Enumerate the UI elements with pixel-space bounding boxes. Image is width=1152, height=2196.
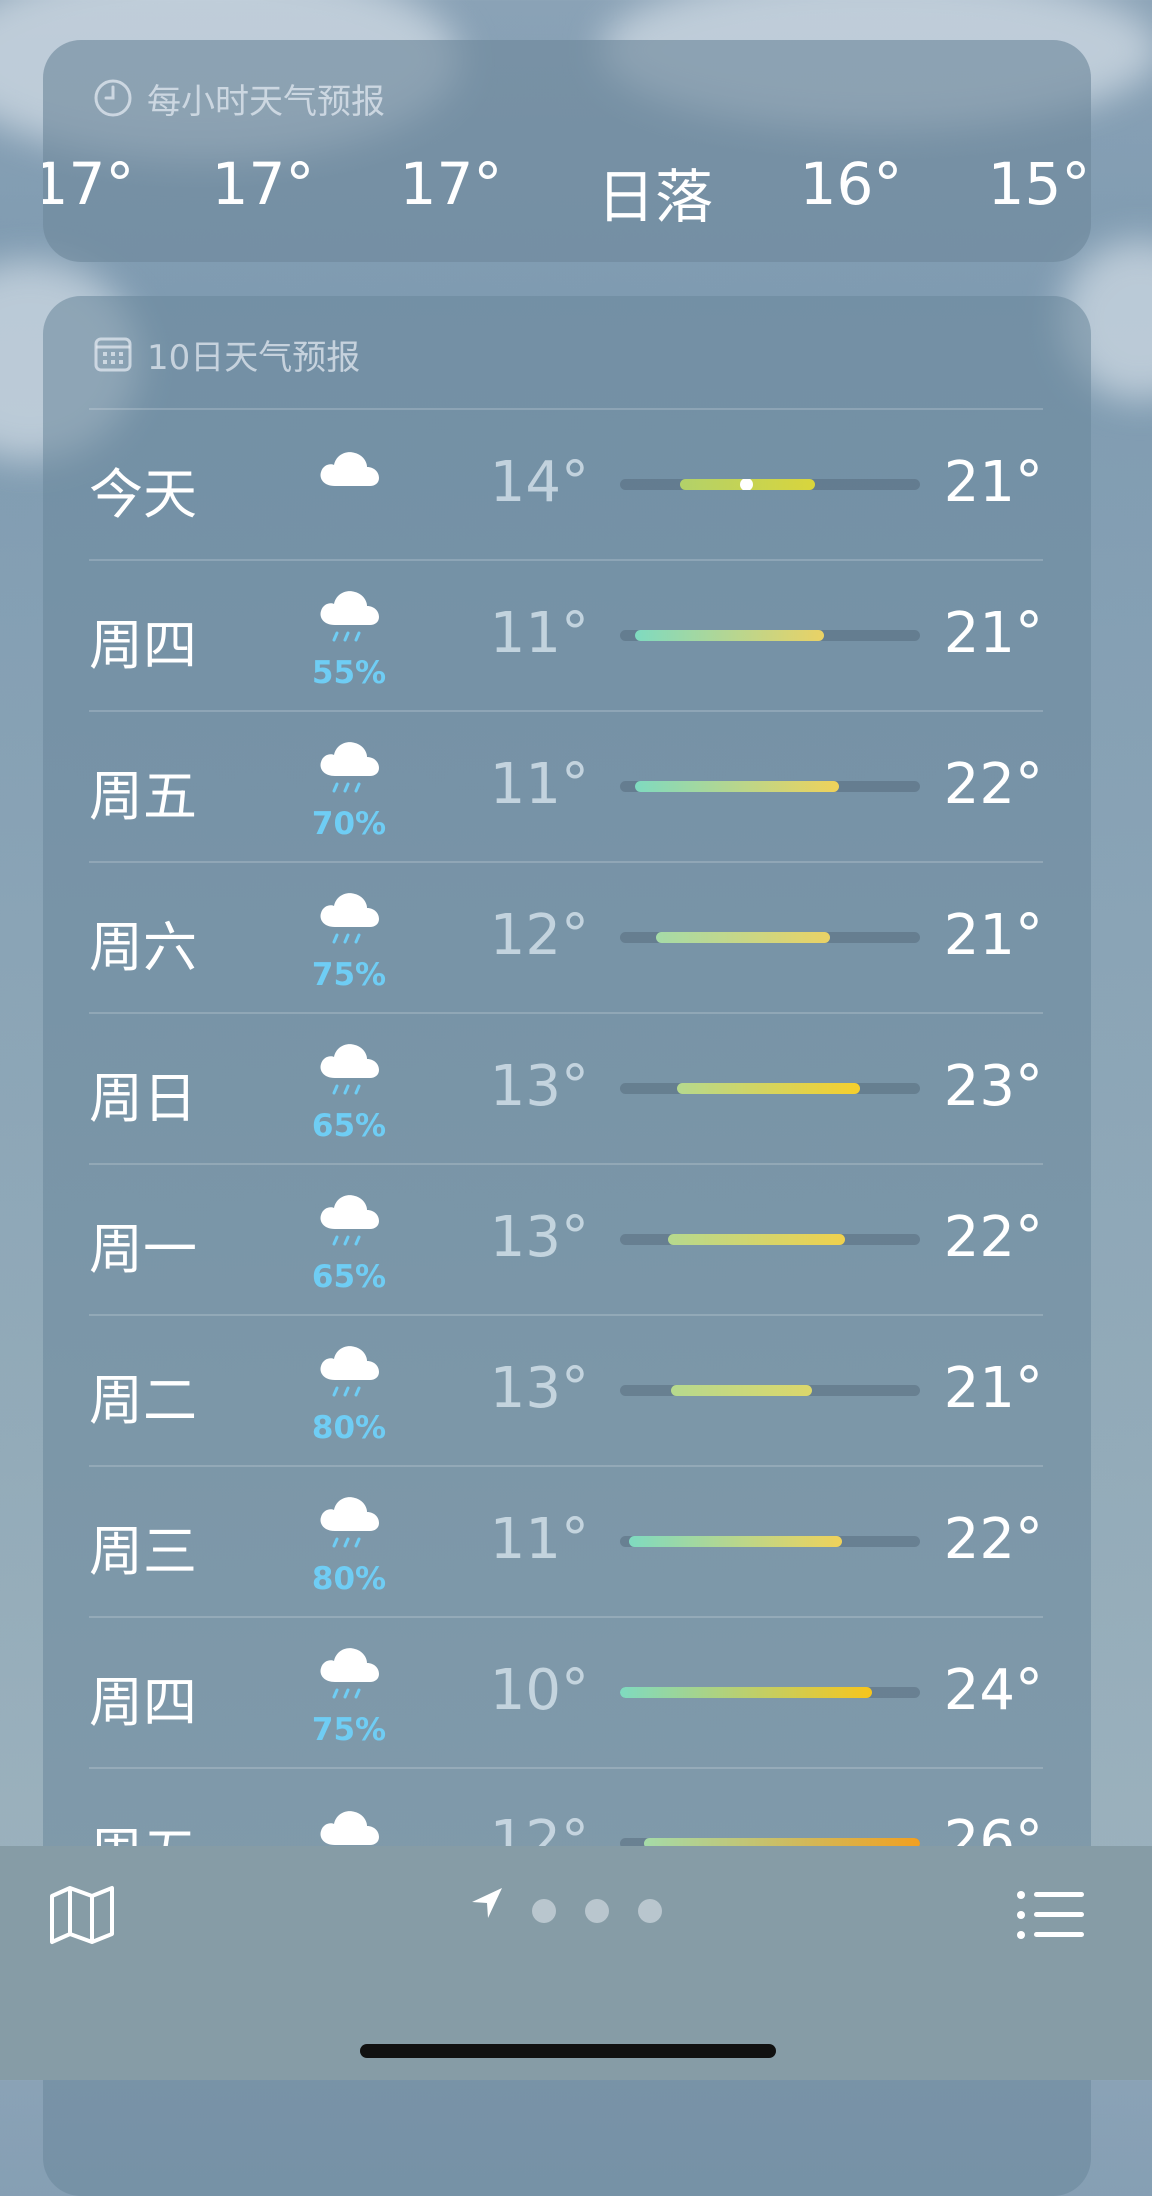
cloud-rain-icon: [320, 742, 379, 793]
temp-range-bar: [620, 1083, 920, 1094]
home-indicator[interactable]: [360, 2044, 776, 2058]
page-indicator-dot[interactable]: [532, 1899, 556, 1923]
daily-row[interactable]: 周二 80% 13° 21°: [89, 1314, 1043, 1466]
cloud-rain-icon: [320, 1346, 379, 1397]
daily-row[interactable]: 周四 75% 10° 24°: [89, 1616, 1043, 1768]
page-indicator-dot[interactable]: [638, 1899, 662, 1923]
low-temp: 13°: [489, 1054, 589, 1119]
temp-range-bar: [620, 1687, 920, 1698]
calendar-icon: [94, 337, 132, 372]
low-temp: 11°: [489, 752, 589, 817]
hourly-items: 17° 17° 17° 日落 16° 15°: [43, 150, 1091, 231]
high-temp: 22°: [943, 1507, 1043, 1572]
day-label: 周四: [89, 1671, 197, 1734]
clock-icon: [94, 79, 132, 117]
low-temp: 10°: [489, 1658, 589, 1723]
high-temp: 22°: [943, 752, 1043, 817]
low-temp: 11°: [489, 1507, 589, 1572]
cloud-rain-icon: [320, 1497, 379, 1548]
low-temp: 13°: [489, 1356, 589, 1421]
hourly-item-sunset: 日落: [596, 163, 714, 231]
daily-row[interactable]: 周日 65% 13° 23°: [89, 1012, 1043, 1164]
precip-chance: 55%: [311, 655, 387, 691]
day-label: 周五: [89, 765, 197, 828]
daily-row[interactable]: 周四 55% 11° 21°: [89, 559, 1043, 711]
hourly-title: 每小时天气预报: [147, 81, 385, 122]
weather-icon-wrap: [304, 438, 394, 548]
precip-chance: 75%: [311, 957, 387, 993]
hourly-item: 17°: [399, 150, 503, 218]
cloud-rain-icon: [320, 1195, 379, 1246]
location-arrow-icon[interactable]: [470, 1886, 504, 1920]
temp-range-bar: [620, 781, 920, 792]
page-indicator-dot[interactable]: [585, 1899, 609, 1923]
high-temp: 23°: [943, 1054, 1043, 1119]
day-label: 周三: [89, 1520, 197, 1583]
cloud-rain-icon: [320, 893, 379, 944]
day-label: 周日: [89, 1067, 197, 1130]
precip-chance: 65%: [311, 1259, 387, 1295]
temp-range-bar: [620, 932, 920, 943]
current-temp-dot: [740, 479, 753, 490]
high-temp: 22°: [943, 1205, 1043, 1270]
precip-chance: 80%: [311, 1561, 387, 1597]
daily-row[interactable]: 周三 80% 11° 22°: [89, 1465, 1043, 1617]
day-label: 周四: [89, 614, 197, 677]
daily-row[interactable]: 周六 75% 12° 21°: [89, 861, 1043, 1013]
high-temp: 21°: [943, 903, 1043, 968]
temp-range-fill: [635, 781, 839, 792]
hourly-item: 17°: [43, 150, 135, 218]
hourly-item: 15°: [987, 150, 1091, 218]
precip-chance: 75%: [311, 1712, 387, 1748]
hourly-forecast-card[interactable]: 每小时天气预报 17° 17° 17° 日落 16° 15°: [43, 40, 1091, 262]
high-temp: 21°: [943, 450, 1043, 515]
temp-range-fill: [656, 932, 830, 943]
cloud-rain-icon: [320, 1648, 379, 1699]
map-icon[interactable]: [48, 1884, 116, 1946]
low-temp: 11°: [489, 601, 589, 666]
day-label: 周六: [89, 916, 197, 979]
cloud-rain-icon: [320, 1044, 379, 1095]
low-temp: 14°: [489, 450, 589, 515]
temp-range-bar: [620, 479, 920, 490]
hourly-item: 17°: [211, 150, 315, 218]
temp-range-bar: [620, 1234, 920, 1245]
day-label: 周一: [89, 1218, 197, 1281]
high-temp: 21°: [943, 601, 1043, 666]
high-temp: 21°: [943, 1356, 1043, 1421]
temp-range-fill: [677, 1083, 860, 1094]
daily-row[interactable]: 今天 14° 21°: [89, 408, 1043, 560]
low-temp: 13°: [489, 1205, 589, 1270]
day-label: 今天: [89, 463, 197, 526]
high-temp: 24°: [943, 1658, 1043, 1723]
temp-range-bar: [620, 630, 920, 641]
temp-range-fill: [629, 1536, 842, 1547]
day-label: 周二: [89, 1369, 197, 1432]
temp-range-fill: [635, 630, 824, 641]
precip-chance: 70%: [311, 806, 387, 842]
daily-header: 10日天气预报: [93, 332, 361, 378]
hourly-item: 16°: [799, 150, 903, 218]
precip-chance: 80%: [311, 1410, 387, 1446]
temp-range-bar: [620, 1385, 920, 1396]
list-icon[interactable]: [1016, 1890, 1086, 1940]
hourly-header: 每小时天气预报: [93, 76, 385, 122]
cloud-rain-icon: [320, 591, 379, 642]
precip-chance: 65%: [311, 1108, 387, 1144]
cloud-icon: [320, 452, 379, 486]
temp-range-bar: [620, 1536, 920, 1547]
temp-range-fill: [671, 1385, 812, 1396]
low-temp: 12°: [489, 903, 589, 968]
daily-row[interactable]: 周五 70% 11° 22°: [89, 710, 1043, 862]
temp-range-fill: [620, 1687, 872, 1698]
daily-row[interactable]: 周一 65% 13° 22°: [89, 1163, 1043, 1315]
temp-range-fill: [668, 1234, 845, 1245]
daily-title: 10日天气预报: [147, 337, 361, 378]
